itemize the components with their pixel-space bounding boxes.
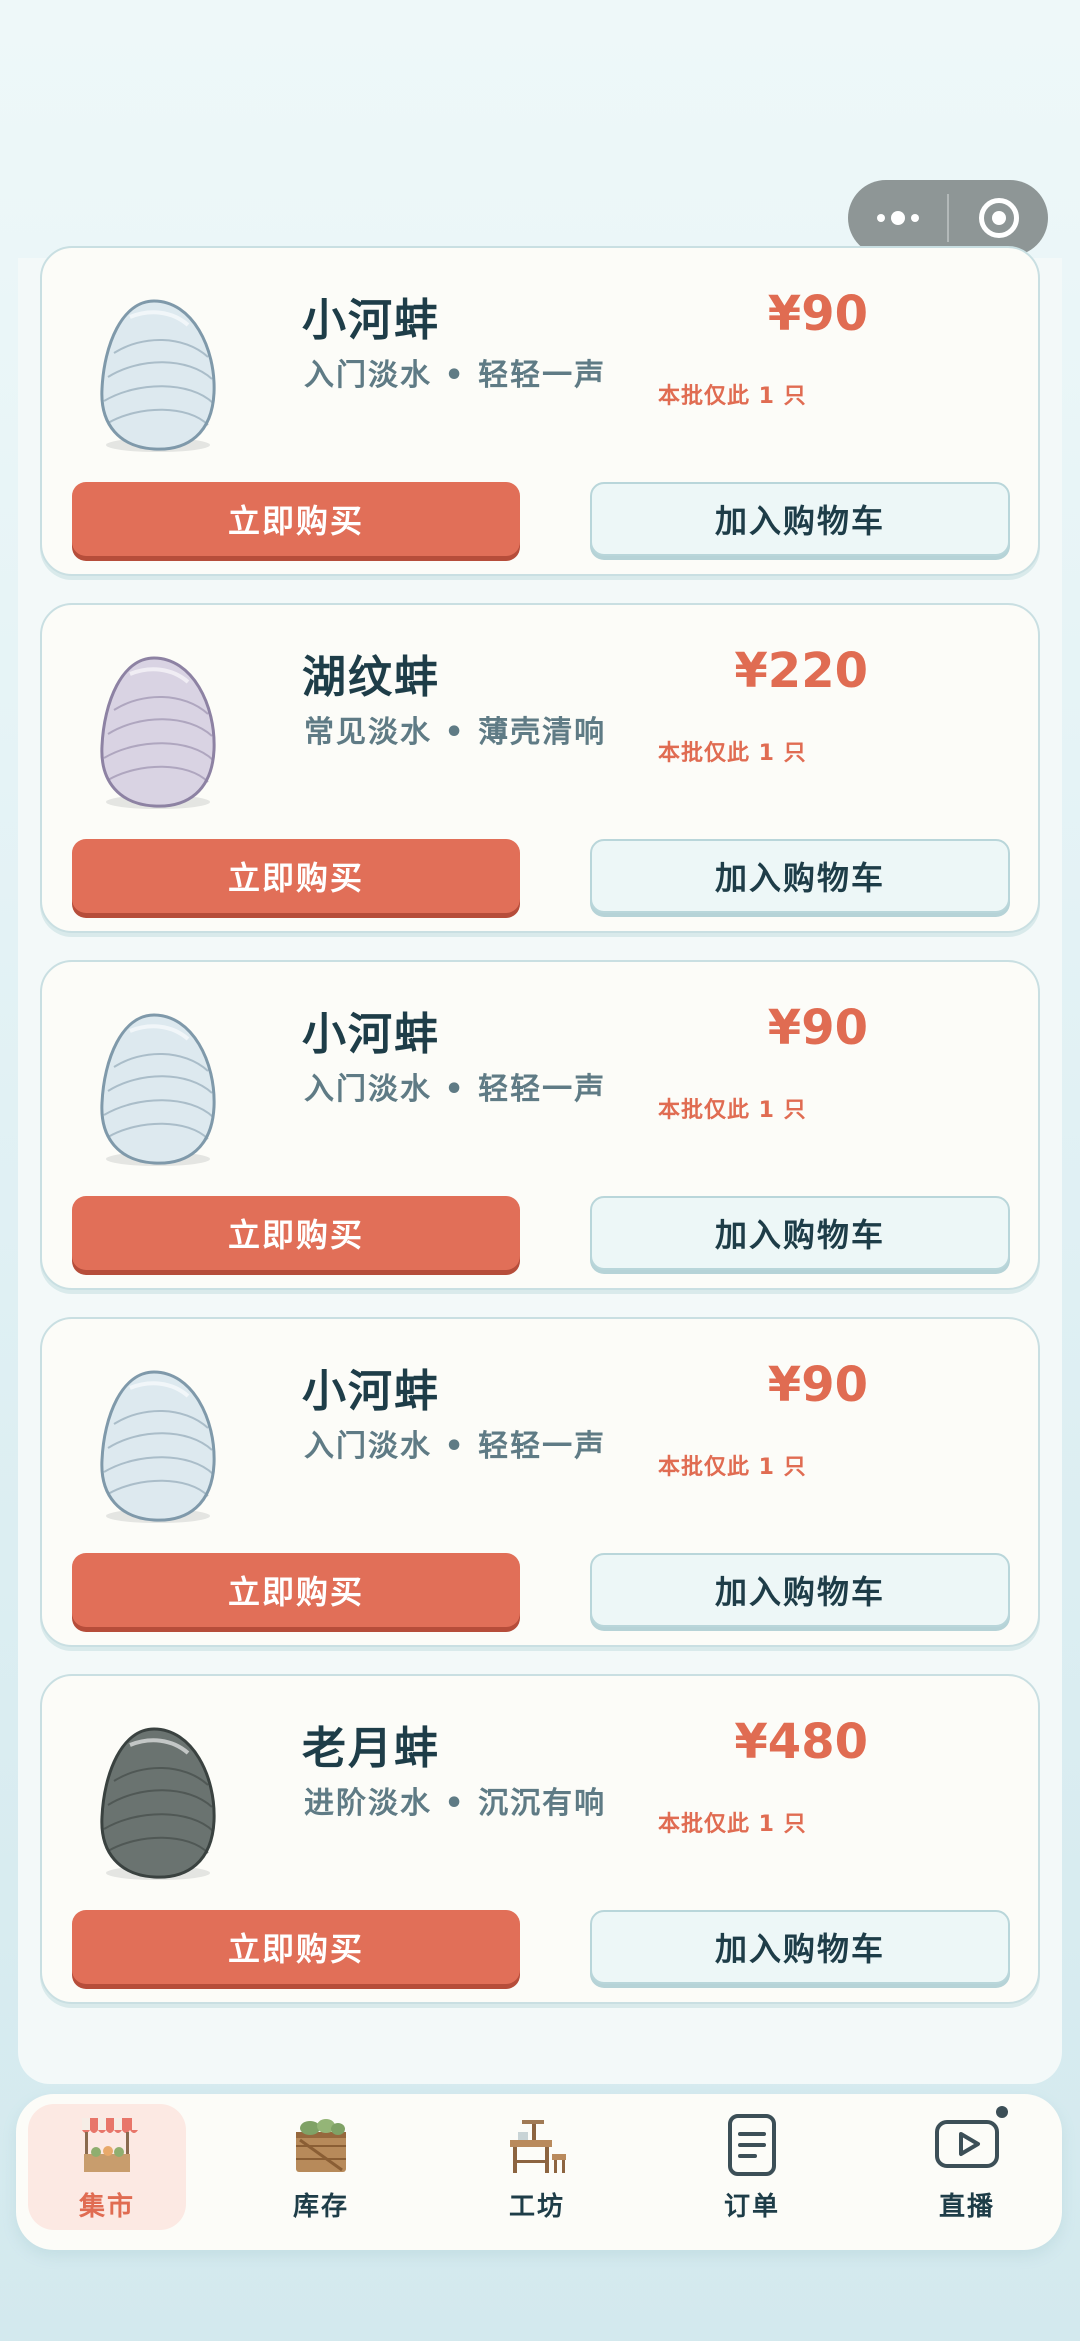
workbench-icon bbox=[502, 2110, 572, 2180]
product-price: ¥220 bbox=[734, 643, 868, 699]
clam-shell-image bbox=[92, 293, 222, 458]
close-target-icon bbox=[978, 198, 1019, 238]
product-card[interactable]: 小河蚌 入门淡水 • 轻轻一声 ¥90 本批仅此 1 只 立即购买 加入购物车 bbox=[40, 960, 1040, 1290]
product-card[interactable]: 小河蚌 入门淡水 • 轻轻一声 ¥90 本批仅此 1 只 立即购买 加入购物车 bbox=[40, 1317, 1040, 1647]
close-miniprogram-button[interactable] bbox=[949, 180, 1048, 256]
buy-now-button[interactable]: 立即购买 bbox=[72, 1910, 520, 1984]
more-dots-icon bbox=[876, 211, 919, 225]
live-indicator-dot bbox=[996, 2106, 1008, 2118]
product-name: 老月蚌 bbox=[302, 1723, 440, 1774]
stock-note: 本批仅此 1 只 bbox=[658, 1098, 807, 1123]
stock-note: 本批仅此 1 只 bbox=[658, 741, 807, 766]
stock-note: 本批仅此 1 只 bbox=[658, 1812, 807, 1837]
product-description: 常见淡水 • 薄壳清响 bbox=[304, 715, 607, 750]
tab-orders[interactable]: 订单 bbox=[673, 2104, 831, 2230]
product-price: ¥480 bbox=[734, 1714, 868, 1770]
product-card[interactable]: 小河蚌 入门淡水 • 轻轻一声 ¥90 本批仅此 1 只 立即购买 加入购物车 bbox=[40, 246, 1040, 576]
product-card[interactable]: 湖纹蚌 常见淡水 • 薄壳清响 ¥220 本批仅此 1 只 立即购买 加入购物车 bbox=[40, 603, 1040, 933]
buy-now-button[interactable]: 立即购买 bbox=[72, 839, 520, 913]
miniprogram-capsule bbox=[848, 180, 1048, 256]
product-description: 入门淡水 • 轻轻一声 bbox=[304, 1072, 607, 1107]
add-to-cart-button[interactable]: 加入购物车 bbox=[590, 482, 1010, 556]
tab-label: 工坊 bbox=[508, 2192, 565, 2222]
tab-market[interactable]: 集市 bbox=[28, 2104, 186, 2230]
product-name: 小河蚌 bbox=[302, 1009, 440, 1060]
product-name: 湖纹蚌 bbox=[302, 652, 440, 703]
clam-shell-image bbox=[92, 1364, 222, 1529]
clam-shell-image bbox=[92, 650, 222, 815]
product-name: 小河蚌 bbox=[302, 295, 440, 346]
live-play-icon bbox=[932, 2106, 1008, 2180]
tab-label: 直播 bbox=[938, 2192, 995, 2222]
add-to-cart-button[interactable]: 加入购物车 bbox=[590, 1196, 1010, 1270]
order-document-icon bbox=[717, 2110, 787, 2180]
product-card[interactable]: 老月蚌 进阶淡水 • 沉沉有响 ¥480 本批仅此 1 只 立即购买 加入购物车 bbox=[40, 1674, 1040, 2004]
add-to-cart-button[interactable]: 加入购物车 bbox=[590, 839, 1010, 913]
buy-now-button[interactable]: 立即购买 bbox=[72, 482, 520, 556]
product-price: ¥90 bbox=[767, 1357, 868, 1413]
product-description: 入门淡水 • 轻轻一声 bbox=[304, 1429, 607, 1464]
more-menu-button[interactable] bbox=[848, 180, 947, 256]
buy-now-button[interactable]: 立即购买 bbox=[72, 1196, 520, 1270]
stock-note: 本批仅此 1 只 bbox=[658, 384, 807, 409]
product-price: ¥90 bbox=[767, 1000, 868, 1056]
tab-label: 集市 bbox=[78, 2192, 135, 2222]
add-to-cart-button[interactable]: 加入购物车 bbox=[590, 1910, 1010, 1984]
market-stall-icon bbox=[72, 2110, 142, 2180]
tab-inventory[interactable]: 库存 bbox=[242, 2104, 400, 2230]
buy-now-button[interactable]: 立即购买 bbox=[72, 1553, 520, 1627]
product-price: ¥90 bbox=[767, 286, 868, 342]
stock-note: 本批仅此 1 只 bbox=[658, 1455, 807, 1480]
tab-workshop[interactable]: 工坊 bbox=[458, 2104, 616, 2230]
crate-icon bbox=[286, 2110, 356, 2180]
tab-label: 库存 bbox=[292, 2192, 349, 2222]
add-to-cart-button[interactable]: 加入购物车 bbox=[590, 1553, 1010, 1627]
product-list-panel: 小河蚌 入门淡水 • 轻轻一声 ¥90 本批仅此 1 只 立即购买 加入购物车 … bbox=[18, 246, 1062, 2084]
product-description: 入门淡水 • 轻轻一声 bbox=[304, 358, 607, 393]
product-description: 进阶淡水 • 沉沉有响 bbox=[304, 1786, 607, 1821]
tab-label: 订单 bbox=[723, 2192, 780, 2222]
product-name: 小河蚌 bbox=[302, 1366, 440, 1417]
bottom-tab-bar: 集市 库存 工坊 订单 直播 bbox=[16, 2094, 1062, 2250]
tab-live[interactable]: 直播 bbox=[888, 2104, 1046, 2230]
clam-shell-image bbox=[92, 1721, 222, 1886]
clam-shell-image bbox=[92, 1007, 222, 1172]
